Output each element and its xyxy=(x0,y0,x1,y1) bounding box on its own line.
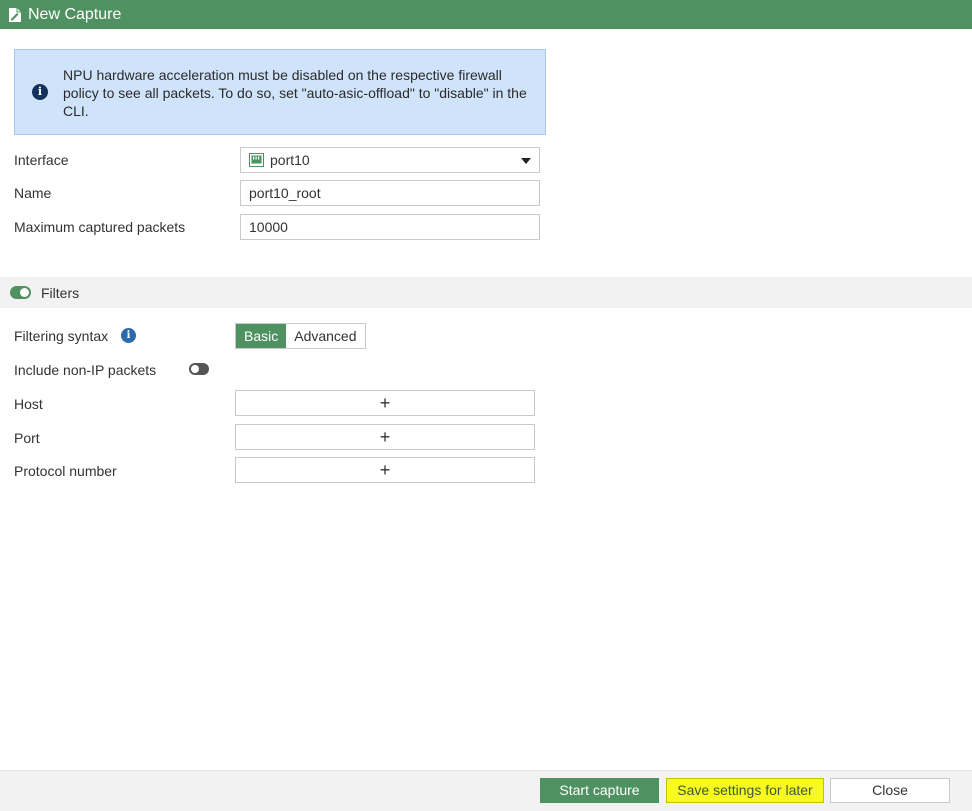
document-edit-icon xyxy=(9,7,21,22)
name-input[interactable]: port10_root xyxy=(240,180,540,206)
interface-value: port10 xyxy=(270,152,310,168)
name-value: port10_root xyxy=(249,185,321,201)
filters-toggle[interactable] xyxy=(10,286,31,299)
start-capture-button[interactable]: Start capture xyxy=(540,778,659,803)
ethernet-port-icon xyxy=(249,153,264,167)
port-add-button[interactable]: + xyxy=(235,424,535,450)
save-settings-button[interactable]: Save settings for later xyxy=(666,778,824,803)
info-icon[interactable]: i xyxy=(121,328,136,343)
info-icon: i xyxy=(32,84,48,100)
npu-notice: i NPU hardware acceleration must be disa… xyxy=(14,49,546,135)
window-titlebar: New Capture xyxy=(0,0,972,29)
syntax-option-basic[interactable]: Basic xyxy=(236,324,287,348)
interface-label: Interface xyxy=(14,152,69,168)
port-label: Port xyxy=(14,430,40,446)
filters-section-header: Filters xyxy=(0,277,972,308)
filtering-syntax-switch: Basic Advanced xyxy=(235,323,366,349)
host-add-button[interactable]: + xyxy=(235,390,535,416)
max-packets-value: 10000 xyxy=(249,219,288,235)
include-non-ip-label: Include non-IP packets xyxy=(14,362,157,378)
close-button[interactable]: Close xyxy=(830,778,950,803)
protocol-label: Protocol number xyxy=(14,463,117,479)
host-label: Host xyxy=(14,396,43,412)
max-packets-input[interactable]: 10000 xyxy=(240,214,540,240)
protocol-add-button[interactable]: + xyxy=(235,457,535,483)
syntax-option-advanced[interactable]: Advanced xyxy=(286,324,365,348)
filters-section-label: Filters xyxy=(41,285,80,301)
window-title: New Capture xyxy=(28,5,122,23)
name-label: Name xyxy=(14,185,52,201)
interface-select[interactable]: port10 xyxy=(240,147,540,173)
chevron-down-icon xyxy=(521,158,531,164)
filtering-syntax-label: Filtering syntax xyxy=(14,328,109,344)
include-non-ip-toggle[interactable] xyxy=(189,363,209,375)
dialog-footer xyxy=(0,770,972,811)
notice-text: NPU hardware acceleration must be disabl… xyxy=(63,67,527,119)
max-packets-label: Maximum captured packets xyxy=(14,219,186,235)
